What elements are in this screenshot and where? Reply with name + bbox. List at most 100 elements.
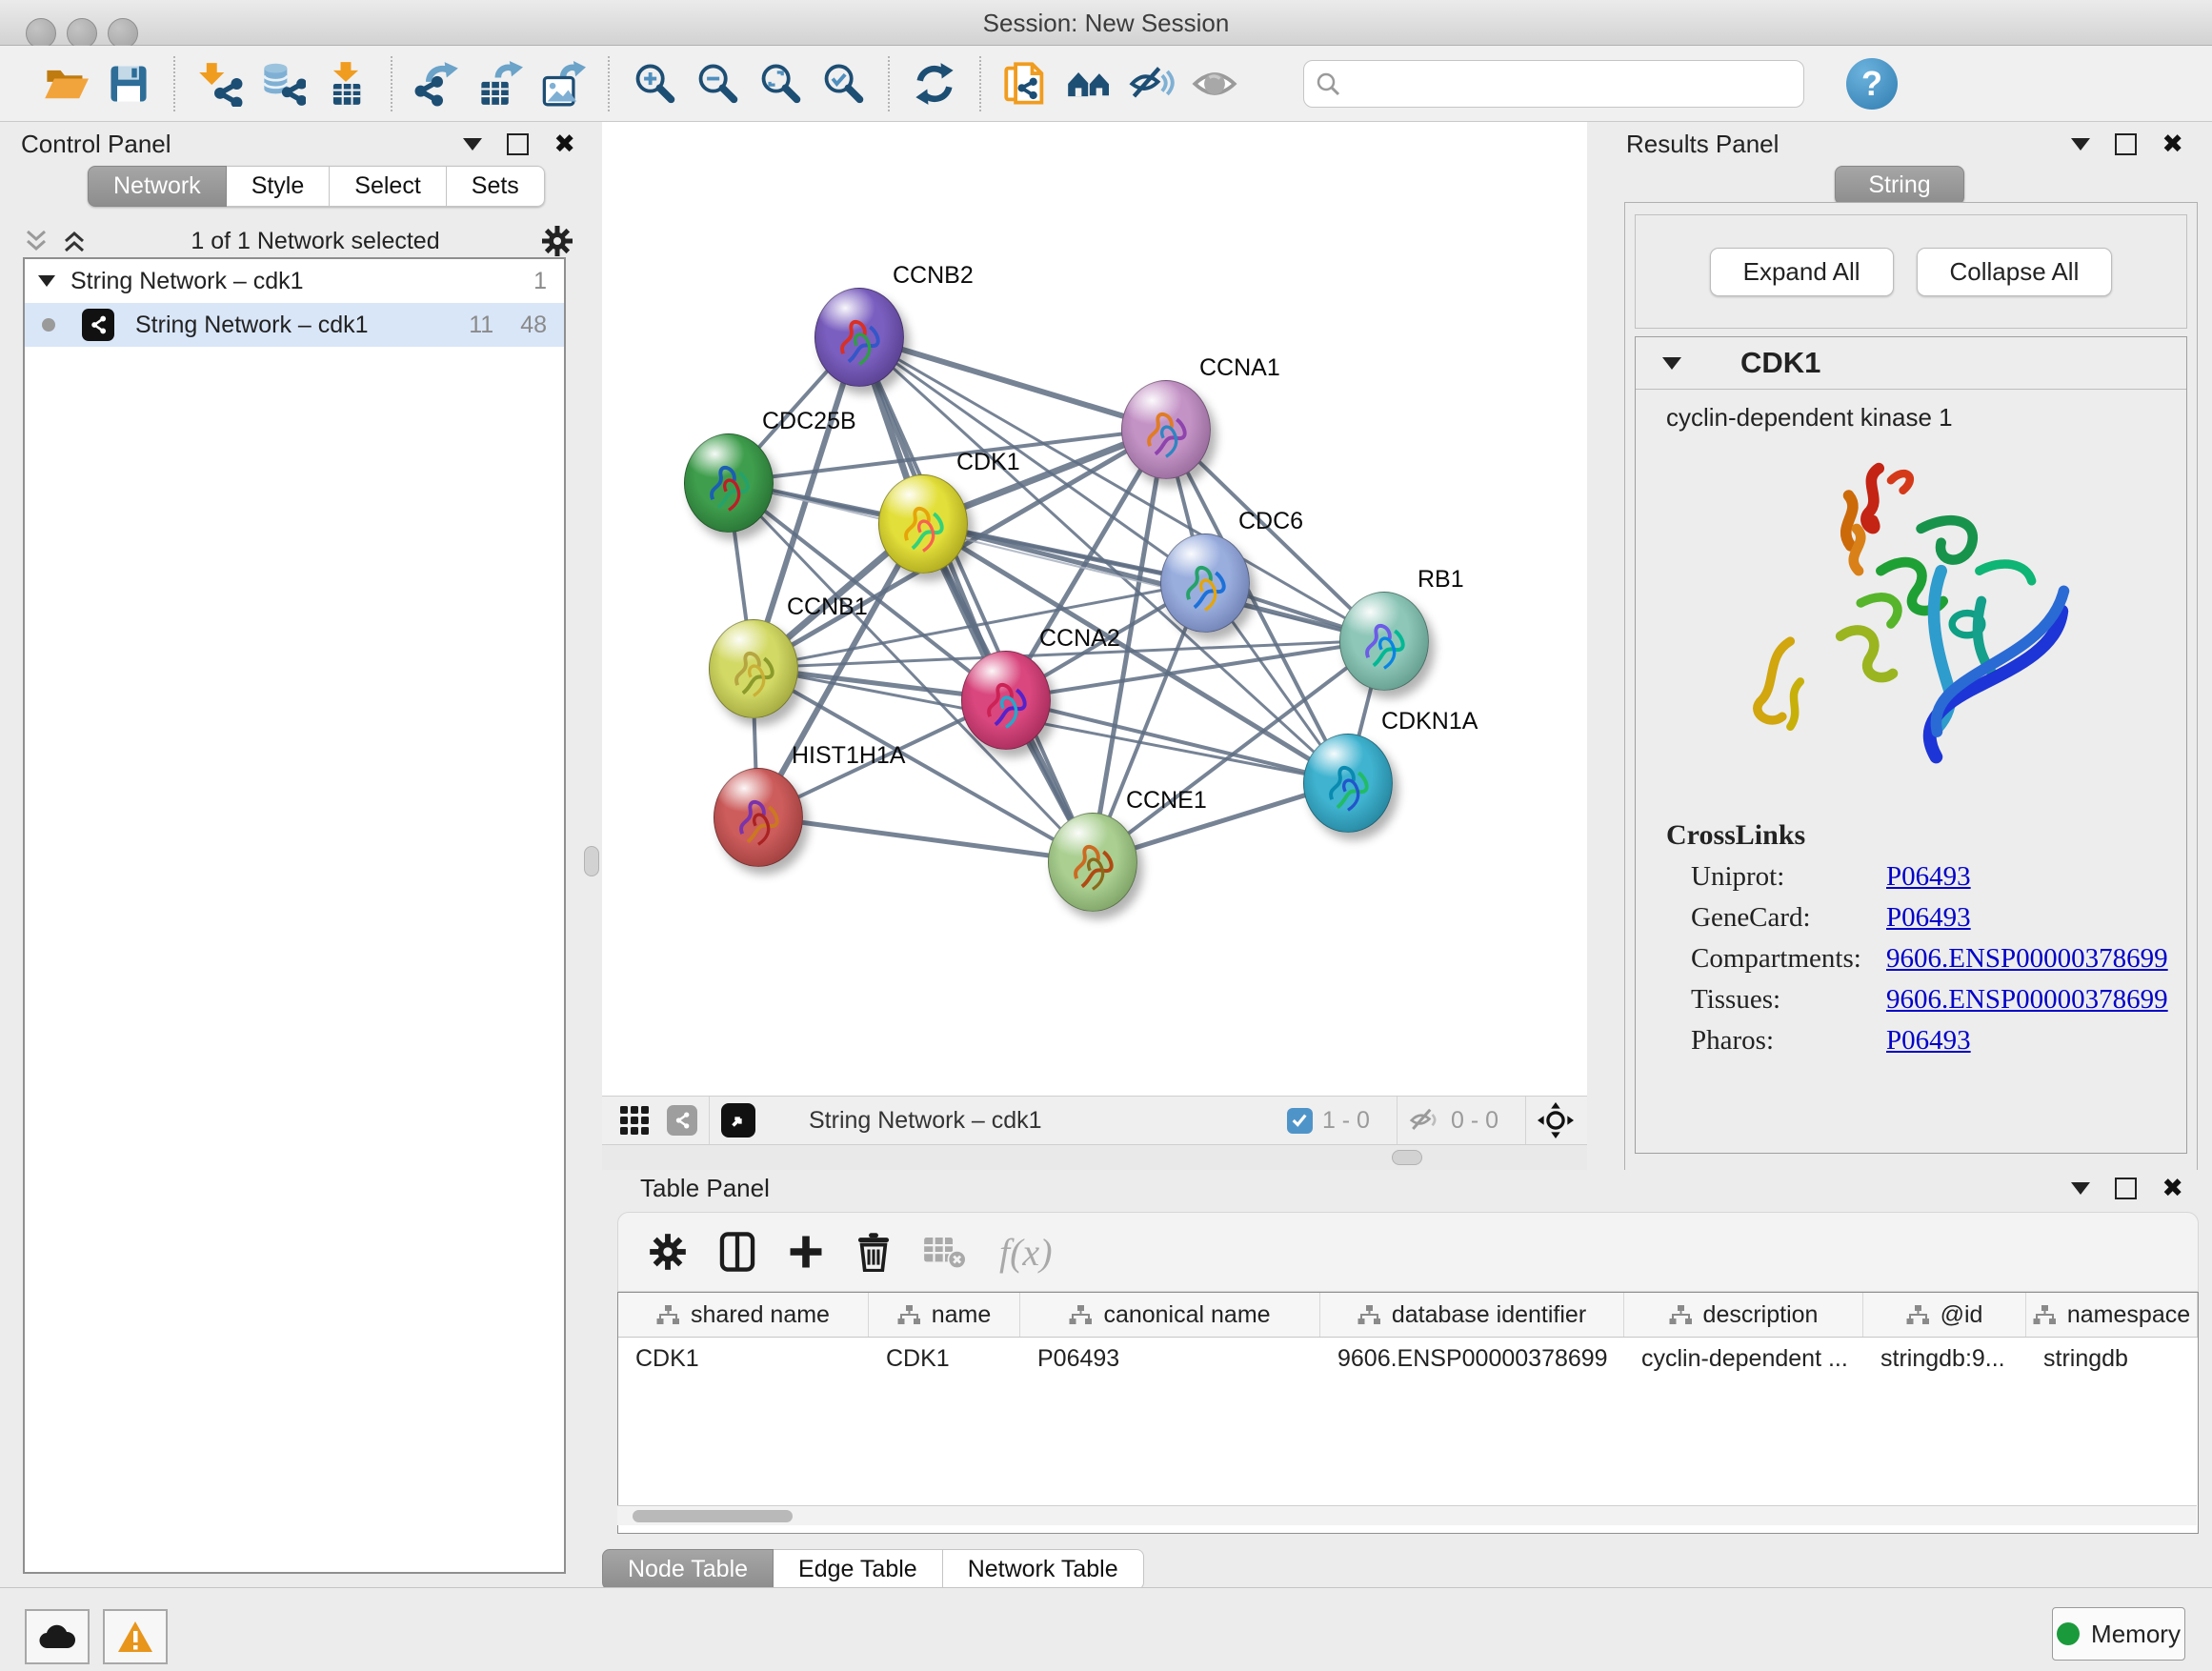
import-network-database-button[interactable] bbox=[251, 54, 314, 113]
add-column-icon[interactable] bbox=[788, 1234, 824, 1270]
table-cell[interactable]: CDK1 bbox=[869, 1345, 1020, 1373]
export-table-button[interactable] bbox=[469, 54, 532, 113]
birdseye-view-icon[interactable] bbox=[721, 1103, 755, 1137]
tab-style[interactable]: Style bbox=[227, 166, 331, 207]
search-input[interactable] bbox=[1303, 60, 1804, 108]
table-cell[interactable]: stringdb:9... bbox=[1863, 1345, 2026, 1373]
crosslink-link[interactable]: P06493 bbox=[1886, 902, 1971, 933]
delete-column-trash-icon[interactable] bbox=[856, 1232, 891, 1272]
zoom-out-button[interactable] bbox=[686, 54, 749, 113]
export-network-button[interactable] bbox=[406, 54, 469, 113]
help-button[interactable]: ? bbox=[1846, 58, 1898, 110]
crosslink-link[interactable]: P06493 bbox=[1886, 861, 1971, 892]
zoom-in-button[interactable] bbox=[623, 54, 686, 113]
results-panel-close-icon[interactable]: ✖ bbox=[2162, 131, 2183, 157]
crosslink-link[interactable]: P06493 bbox=[1886, 1025, 1971, 1056]
network-canvas[interactable]: CCNB2CCNA1CDC25BCDK1CDC6RB1CCNB1CCNA2CDK… bbox=[602, 122, 1587, 1096]
tab-sets[interactable]: Sets bbox=[447, 166, 545, 207]
results-panel-float-icon[interactable] bbox=[2115, 133, 2137, 155]
column-header-namespace[interactable]: namespace bbox=[2026, 1293, 2198, 1337]
table-panel-close-icon[interactable]: ✖ bbox=[2162, 1176, 2183, 1201]
fit-selected-crosshair-icon[interactable] bbox=[1538, 1102, 1574, 1138]
left-splitter-handle[interactable] bbox=[584, 846, 599, 876]
tab-string[interactable]: String bbox=[1835, 166, 1963, 205]
column-header-database-identifier[interactable]: database identifier bbox=[1320, 1293, 1624, 1337]
show-eye-button[interactable] bbox=[1183, 54, 1246, 113]
node-label-ccnb2: CCNB2 bbox=[893, 262, 974, 290]
table-cell[interactable]: stringdb bbox=[2026, 1345, 2198, 1373]
hide-selected-button[interactable] bbox=[1120, 54, 1183, 113]
table-cell[interactable]: 9606.ENSP00000378699 bbox=[1320, 1345, 1624, 1373]
node-label-cdc6: CDC6 bbox=[1238, 508, 1303, 535]
cloud-status-button[interactable] bbox=[25, 1609, 90, 1664]
control-panel-float-icon[interactable] bbox=[507, 133, 529, 155]
column-header-shared-name[interactable]: shared name bbox=[618, 1293, 869, 1337]
table-cell[interactable]: CDK1 bbox=[618, 1345, 869, 1373]
collapse-all-button[interactable]: Collapse All bbox=[1917, 248, 2113, 296]
import-network-file-button[interactable] bbox=[189, 54, 251, 113]
grid-view-icon[interactable] bbox=[619, 1105, 650, 1136]
tab-edge-table[interactable]: Edge Table bbox=[774, 1549, 943, 1590]
network-options-gear-icon[interactable] bbox=[541, 225, 573, 257]
network-node-ccna2[interactable] bbox=[961, 651, 1051, 750]
zoom-selected-button[interactable] bbox=[812, 54, 875, 113]
zoom-out-icon bbox=[694, 61, 740, 107]
scrollbar-thumb[interactable] bbox=[633, 1510, 793, 1522]
warning-status-button[interactable] bbox=[103, 1609, 168, 1664]
expand-all-button[interactable]: Expand All bbox=[1710, 248, 1894, 296]
expand-all-icon[interactable] bbox=[61, 228, 90, 254]
refresh-button[interactable] bbox=[903, 54, 966, 113]
network-collection-row[interactable]: String Network – cdk1 1 bbox=[25, 259, 564, 303]
table-options-gear-icon[interactable] bbox=[649, 1233, 687, 1271]
network-node-hist1h1a[interactable] bbox=[714, 768, 803, 867]
show-columns-icon[interactable] bbox=[719, 1232, 755, 1272]
share-network-file-button[interactable] bbox=[995, 54, 1057, 113]
protein-thumbnail-icon bbox=[1357, 617, 1411, 676]
network-node-ccnb2[interactable] bbox=[814, 288, 904, 387]
open-session-button[interactable] bbox=[34, 54, 97, 113]
network-node-ccne1[interactable] bbox=[1048, 813, 1137, 912]
table-cell[interactable]: P06493 bbox=[1020, 1345, 1320, 1373]
function-builder-button[interactable]: f(x) bbox=[999, 1230, 1053, 1275]
save-session-button[interactable] bbox=[97, 54, 160, 113]
control-panel-menu-caret-icon[interactable] bbox=[463, 138, 482, 151]
crosslink-link[interactable]: 9606.ENSP00000378699 bbox=[1886, 943, 2168, 974]
selected-nodes-checkbox-icon[interactable] bbox=[1287, 1108, 1313, 1134]
table-panel-menu-caret-icon[interactable] bbox=[2071, 1182, 2090, 1195]
tab-node-table[interactable]: Node Table bbox=[602, 1549, 774, 1590]
horizontal-splitter-handle[interactable] bbox=[1392, 1150, 1422, 1165]
zoom-fit-button[interactable] bbox=[749, 54, 812, 113]
home-button[interactable] bbox=[1057, 54, 1120, 113]
network-share-icon[interactable] bbox=[667, 1105, 697, 1136]
network-node-cdk1[interactable] bbox=[878, 474, 968, 574]
results-panel-menu-caret-icon[interactable] bbox=[2071, 138, 2090, 151]
network-node-rb1[interactable] bbox=[1339, 592, 1429, 691]
collapse-all-icon[interactable] bbox=[23, 228, 51, 254]
collection-expand-caret-icon[interactable] bbox=[38, 275, 55, 287]
column-header--id[interactable]: @id bbox=[1863, 1293, 2026, 1337]
tab-select[interactable]: Select bbox=[330, 166, 446, 207]
memory-button[interactable]: Memory bbox=[2052, 1607, 2185, 1661]
table-cell[interactable]: cyclin-dependent ... bbox=[1624, 1345, 1863, 1373]
network-node-cdc25b[interactable] bbox=[684, 433, 774, 533]
network-node-ccnb1[interactable] bbox=[709, 619, 798, 718]
network-node-ccna1[interactable] bbox=[1121, 380, 1211, 479]
delete-table-icon[interactable] bbox=[923, 1234, 967, 1270]
tab-network-table[interactable]: Network Table bbox=[943, 1549, 1144, 1590]
network-node-cdc6[interactable] bbox=[1160, 534, 1250, 633]
tab-network[interactable]: Network bbox=[88, 166, 227, 207]
column-header-name[interactable]: name bbox=[869, 1293, 1020, 1337]
network-node-cdkn1a[interactable] bbox=[1303, 734, 1393, 833]
crosslink-link[interactable]: 9606.ENSP00000378699 bbox=[1886, 984, 2168, 1015]
column-header-canonical-name[interactable]: canonical name bbox=[1020, 1293, 1320, 1337]
table-horizontal-scrollbar[interactable] bbox=[617, 1505, 2197, 1525]
export-image-button[interactable] bbox=[532, 54, 594, 113]
network-row-selected[interactable]: String Network – cdk1 11 48 bbox=[25, 303, 564, 347]
control-panel-close-icon[interactable]: ✖ bbox=[553, 131, 575, 157]
column-header-label: name bbox=[932, 1301, 992, 1329]
import-table-file-button[interactable] bbox=[314, 54, 377, 113]
gene-collapse-caret-icon[interactable] bbox=[1662, 357, 1681, 370]
table-panel-float-icon[interactable] bbox=[2115, 1178, 2137, 1199]
table-row[interactable]: CDK1CDK1P064939606.ENSP00000378699cyclin… bbox=[618, 1338, 2198, 1379]
column-header-description[interactable]: description bbox=[1624, 1293, 1863, 1337]
